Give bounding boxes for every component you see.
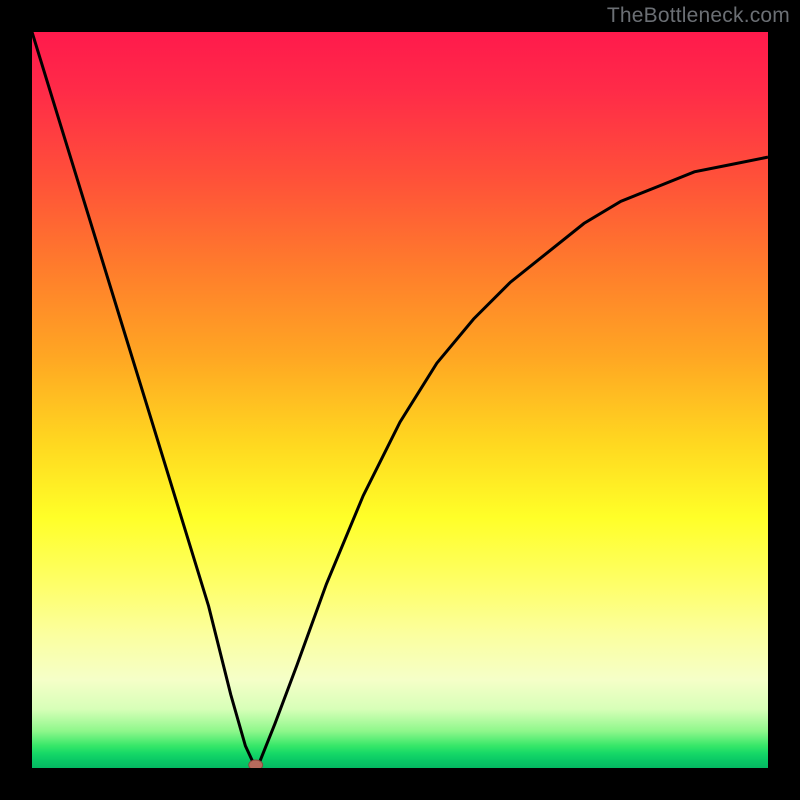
bottleneck-curve: [32, 32, 768, 768]
plot-area: [32, 32, 768, 768]
min-marker: [249, 760, 263, 768]
chart-frame: TheBottleneck.com: [0, 0, 800, 800]
watermark: TheBottleneck.com: [607, 4, 790, 28]
curve-layer: [32, 32, 768, 768]
